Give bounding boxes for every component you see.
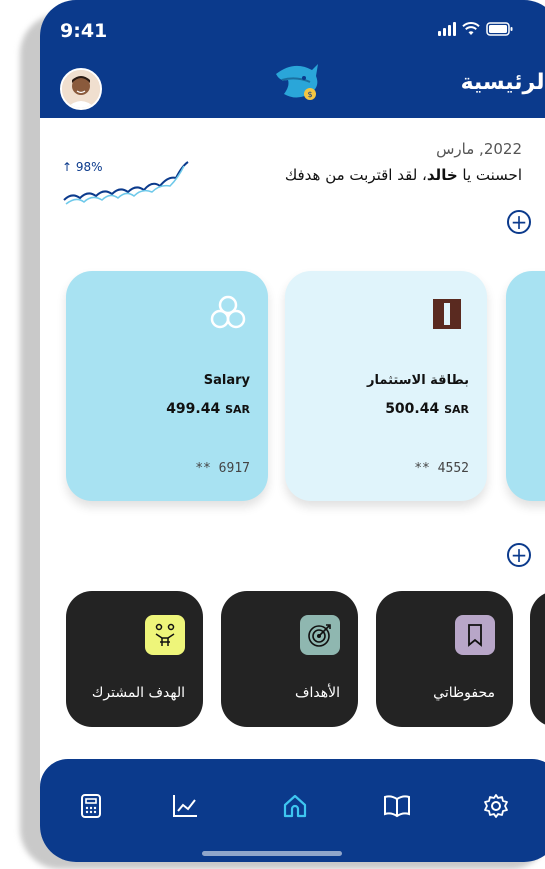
card-name: بطاقة الاستثمار xyxy=(367,373,469,388)
greeting-text: احسنت يا خالد، لقد اقتربت من هدفك xyxy=(285,166,522,184)
add-tile-button[interactable]: + xyxy=(507,543,531,567)
greeting-name: خالد xyxy=(426,166,458,184)
card-name: Salary xyxy=(203,373,250,388)
tile-label: الهدف المشترك xyxy=(91,685,185,701)
card-number: ** 4552 xyxy=(414,461,469,476)
card-number: ** 6917 xyxy=(195,461,250,476)
tile-label: محفوظاتي xyxy=(433,685,495,701)
status-time: 9:41 xyxy=(60,20,108,42)
card-currency: SAR xyxy=(444,403,469,416)
progress-sparkline[interactable]: ↑ 98% xyxy=(62,156,192,212)
bank-door-icon xyxy=(427,293,467,333)
greeting-date: 2022, مارس xyxy=(436,140,522,158)
plus-icon: + xyxy=(510,210,528,234)
calculator-icon[interactable] xyxy=(76,791,106,821)
user-avatar-icon xyxy=(62,70,100,108)
card-amount: 499.44 SAR xyxy=(166,401,250,417)
wifi-icon xyxy=(462,22,480,36)
phone-screen: 9:41 $ الرئيسية 2022, مارس احسنت يا خالد… xyxy=(40,0,545,862)
tile-goals[interactable]: الأهداف xyxy=(221,591,358,727)
home-indicator xyxy=(202,851,342,856)
greeting-prefix: احسنت يا xyxy=(457,166,522,184)
account-card-partial[interactable] xyxy=(506,271,545,501)
page-title: الرئيسية xyxy=(460,70,545,95)
tile-partial[interactable] xyxy=(530,591,545,727)
home-icon[interactable] xyxy=(280,791,310,821)
card-amount-value: 499.44 xyxy=(166,401,221,417)
tile-shared-goal[interactable]: الهدف المشترك xyxy=(66,591,203,727)
card-amount: 500.44 SAR xyxy=(385,401,469,417)
progress-percent: ↑ 98% xyxy=(62,160,103,174)
shared-goal-icon xyxy=(145,615,185,655)
card-currency: SAR xyxy=(225,403,250,416)
chart-icon[interactable] xyxy=(170,791,200,821)
progress-value: 98% xyxy=(75,160,103,174)
book-icon[interactable] xyxy=(382,791,412,821)
hexagon-logo-icon xyxy=(208,293,248,333)
plus-icon: + xyxy=(510,543,528,567)
tile-saved[interactable]: محفوظاتي xyxy=(376,591,513,727)
target-icon xyxy=(300,615,340,655)
add-card-button[interactable]: + xyxy=(507,210,531,234)
greeting-suffix: ، لقد اقتربت من هدفك xyxy=(284,166,427,184)
bottom-nav xyxy=(40,759,545,862)
settings-icon[interactable] xyxy=(481,791,511,821)
bookmark-icon xyxy=(455,615,495,655)
battery-icon xyxy=(486,22,514,36)
account-card-salary[interactable]: Salary 499.44 SAR ** 6917 xyxy=(66,271,268,501)
shark-logo: $ xyxy=(268,56,324,106)
stage: 9:41 $ الرئيسية 2022, مارس احسنت يا خالد… xyxy=(0,0,545,869)
tile-label: الأهداف xyxy=(294,685,340,701)
svg-text:$: $ xyxy=(308,90,313,99)
app-header: 9:41 $ الرئيسية xyxy=(40,0,545,118)
signal-icon xyxy=(438,22,456,36)
account-card-investment[interactable]: بطاقة الاستثمار 500.44 SAR ** 4552 xyxy=(285,271,487,501)
card-amount-value: 500.44 xyxy=(385,401,440,417)
arrow-up-icon: ↑ xyxy=(62,160,73,174)
avatar[interactable] xyxy=(60,68,102,110)
status-icons xyxy=(438,22,514,36)
